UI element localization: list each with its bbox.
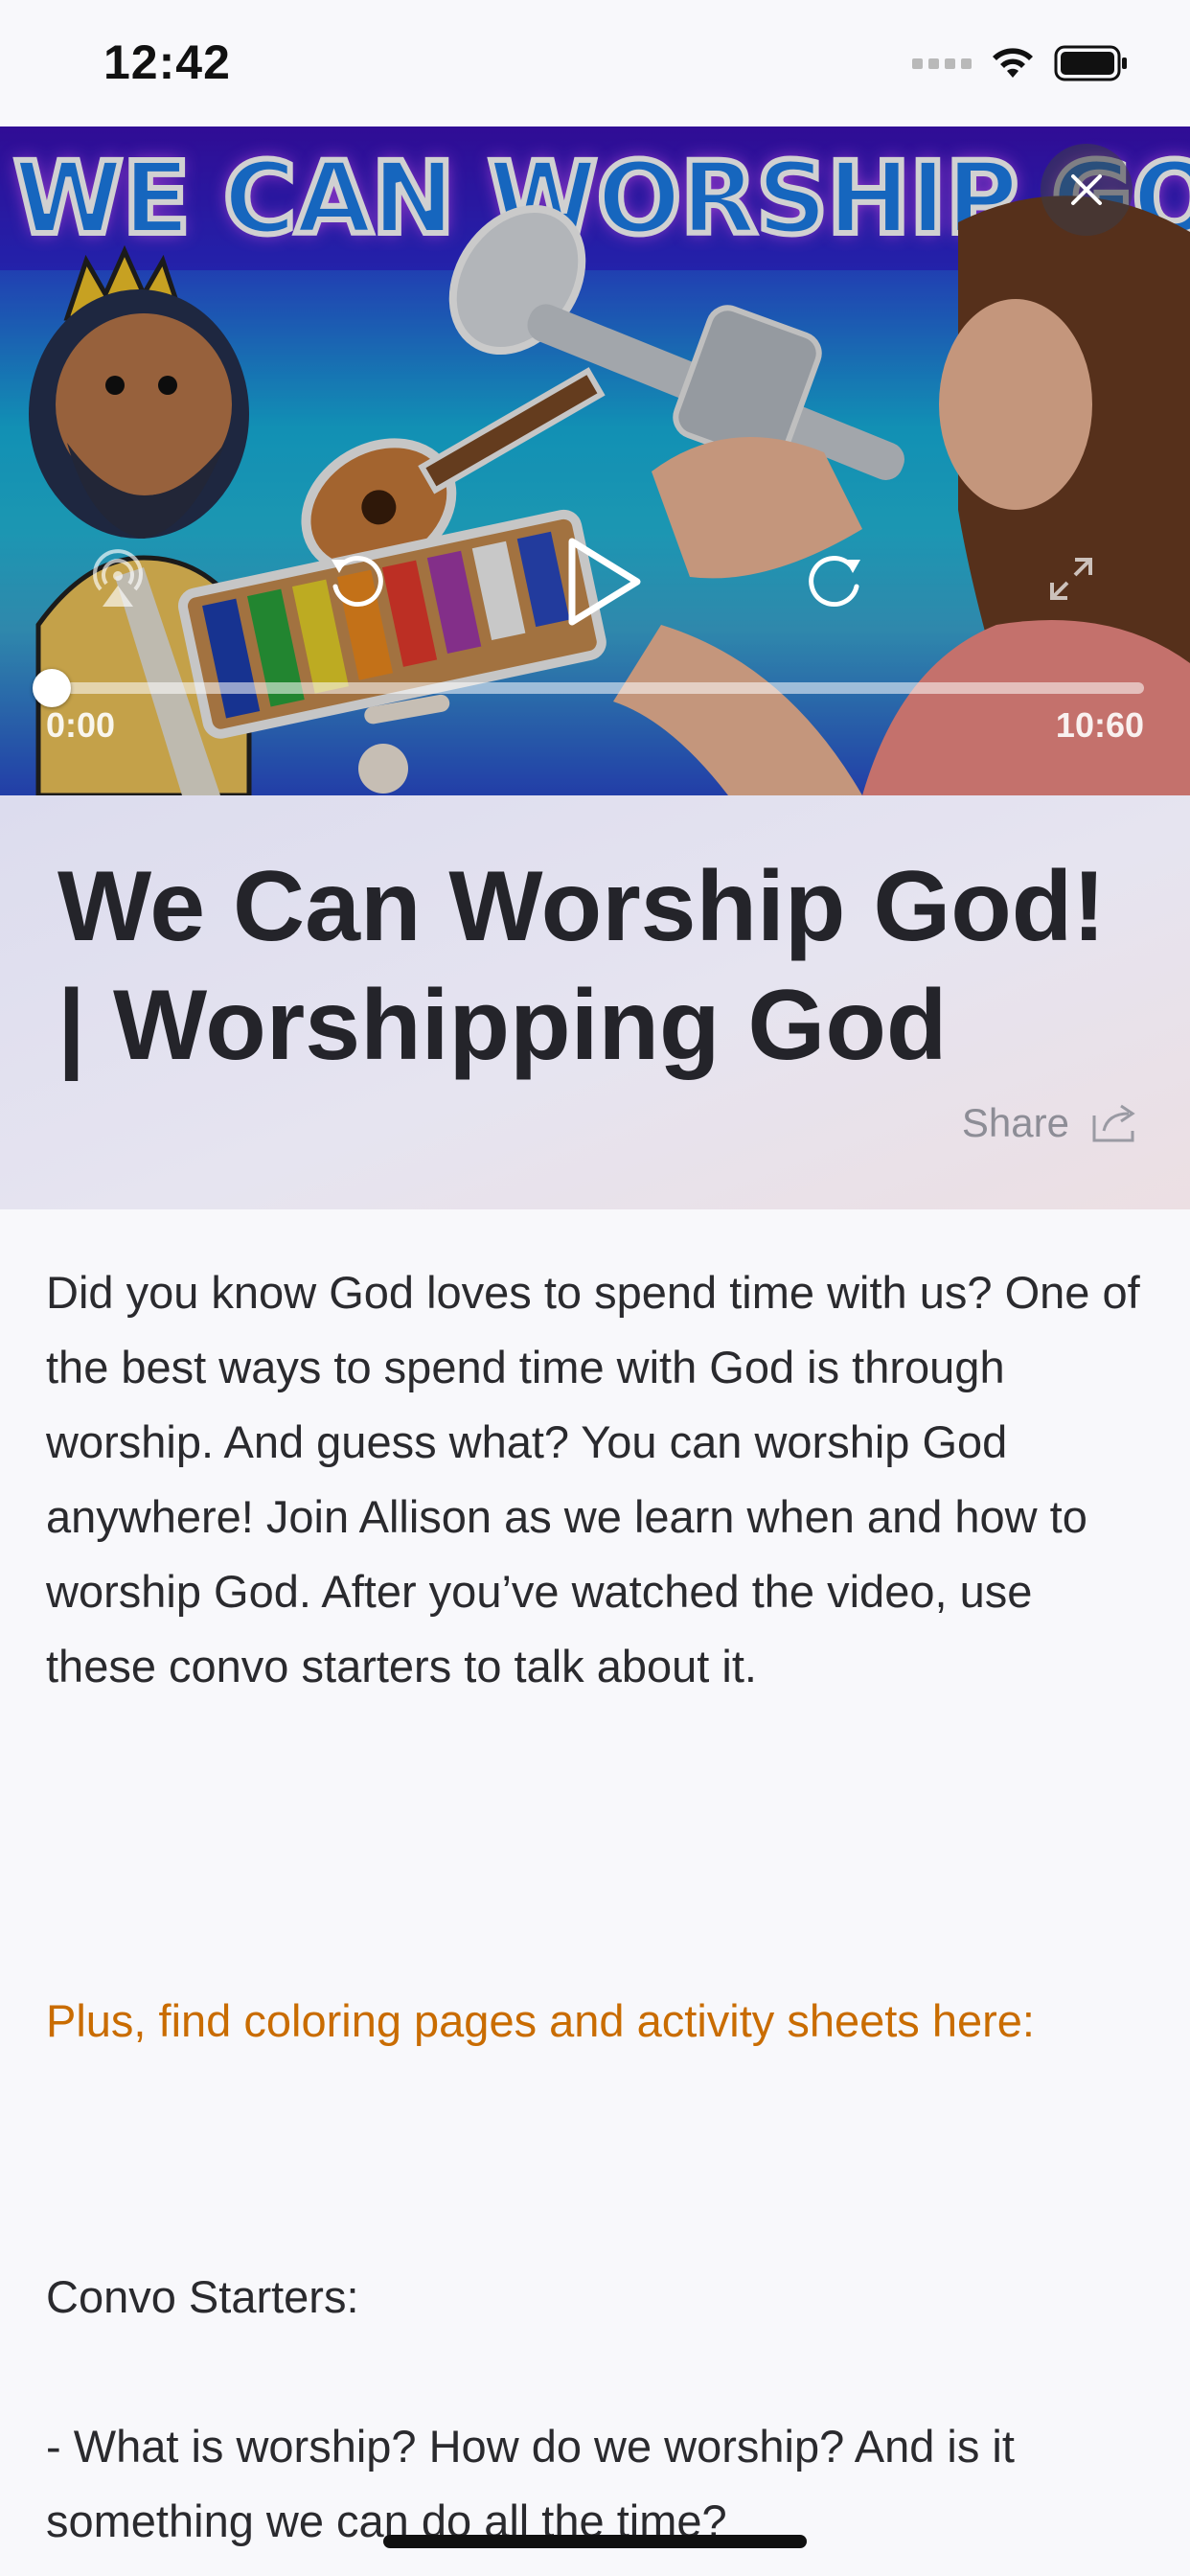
forward-icon: [809, 556, 860, 608]
signal-icon: [912, 58, 972, 69]
play-button[interactable]: [556, 529, 652, 634]
share-icon: [1092, 1104, 1135, 1142]
progress-knob[interactable]: [33, 669, 71, 707]
close-button[interactable]: [1041, 144, 1133, 236]
duration: 10:60: [1055, 705, 1144, 745]
resources-link[interactable]: Plus, find coloring pages and activity s…: [46, 1984, 1035, 2058]
title-header: We Can Worship God! | Worshipping God Sh…: [0, 795, 1190, 1209]
close-icon: [1071, 174, 1102, 205]
fullscreen-icon: [1050, 558, 1092, 600]
video-description: Did you know God loves to spend time wit…: [46, 1267, 1140, 1691]
rewind-button[interactable]: [320, 544, 393, 617]
play-icon: [568, 538, 641, 626]
convo-starters-heading: Convo Starters:: [46, 2271, 359, 2322]
airplay-button[interactable]: [84, 546, 151, 613]
video-overlay: [0, 126, 1190, 795]
status-icons: [912, 42, 1129, 84]
airplay-icon: [93, 549, 143, 607]
video-player[interactable]: WE CAN WORSHIP GOD 0:00 10:60: [0, 126, 1190, 795]
rewind-icon: [332, 556, 383, 608]
current-time: 0:00: [46, 705, 116, 745]
status-bar: 12:42: [0, 0, 1190, 126]
forward-button[interactable]: [799, 544, 872, 617]
status-time: 12:42: [103, 35, 231, 89]
share-button[interactable]: Share: [962, 1100, 1140, 1146]
progress-track[interactable]: [50, 682, 1144, 694]
fullscreen-button[interactable]: [1041, 548, 1102, 610]
battery-icon: [1054, 45, 1127, 81]
share-label: Share: [961, 1100, 1069, 1145]
description-section: Did you know God loves to spend time wit…: [46, 1255, 1148, 1704]
video-title: We Can Worship God! | Worshipping God: [57, 851, 1106, 1081]
wifi-icon: [993, 48, 1033, 78]
home-indicator[interactable]: [383, 2535, 807, 2548]
